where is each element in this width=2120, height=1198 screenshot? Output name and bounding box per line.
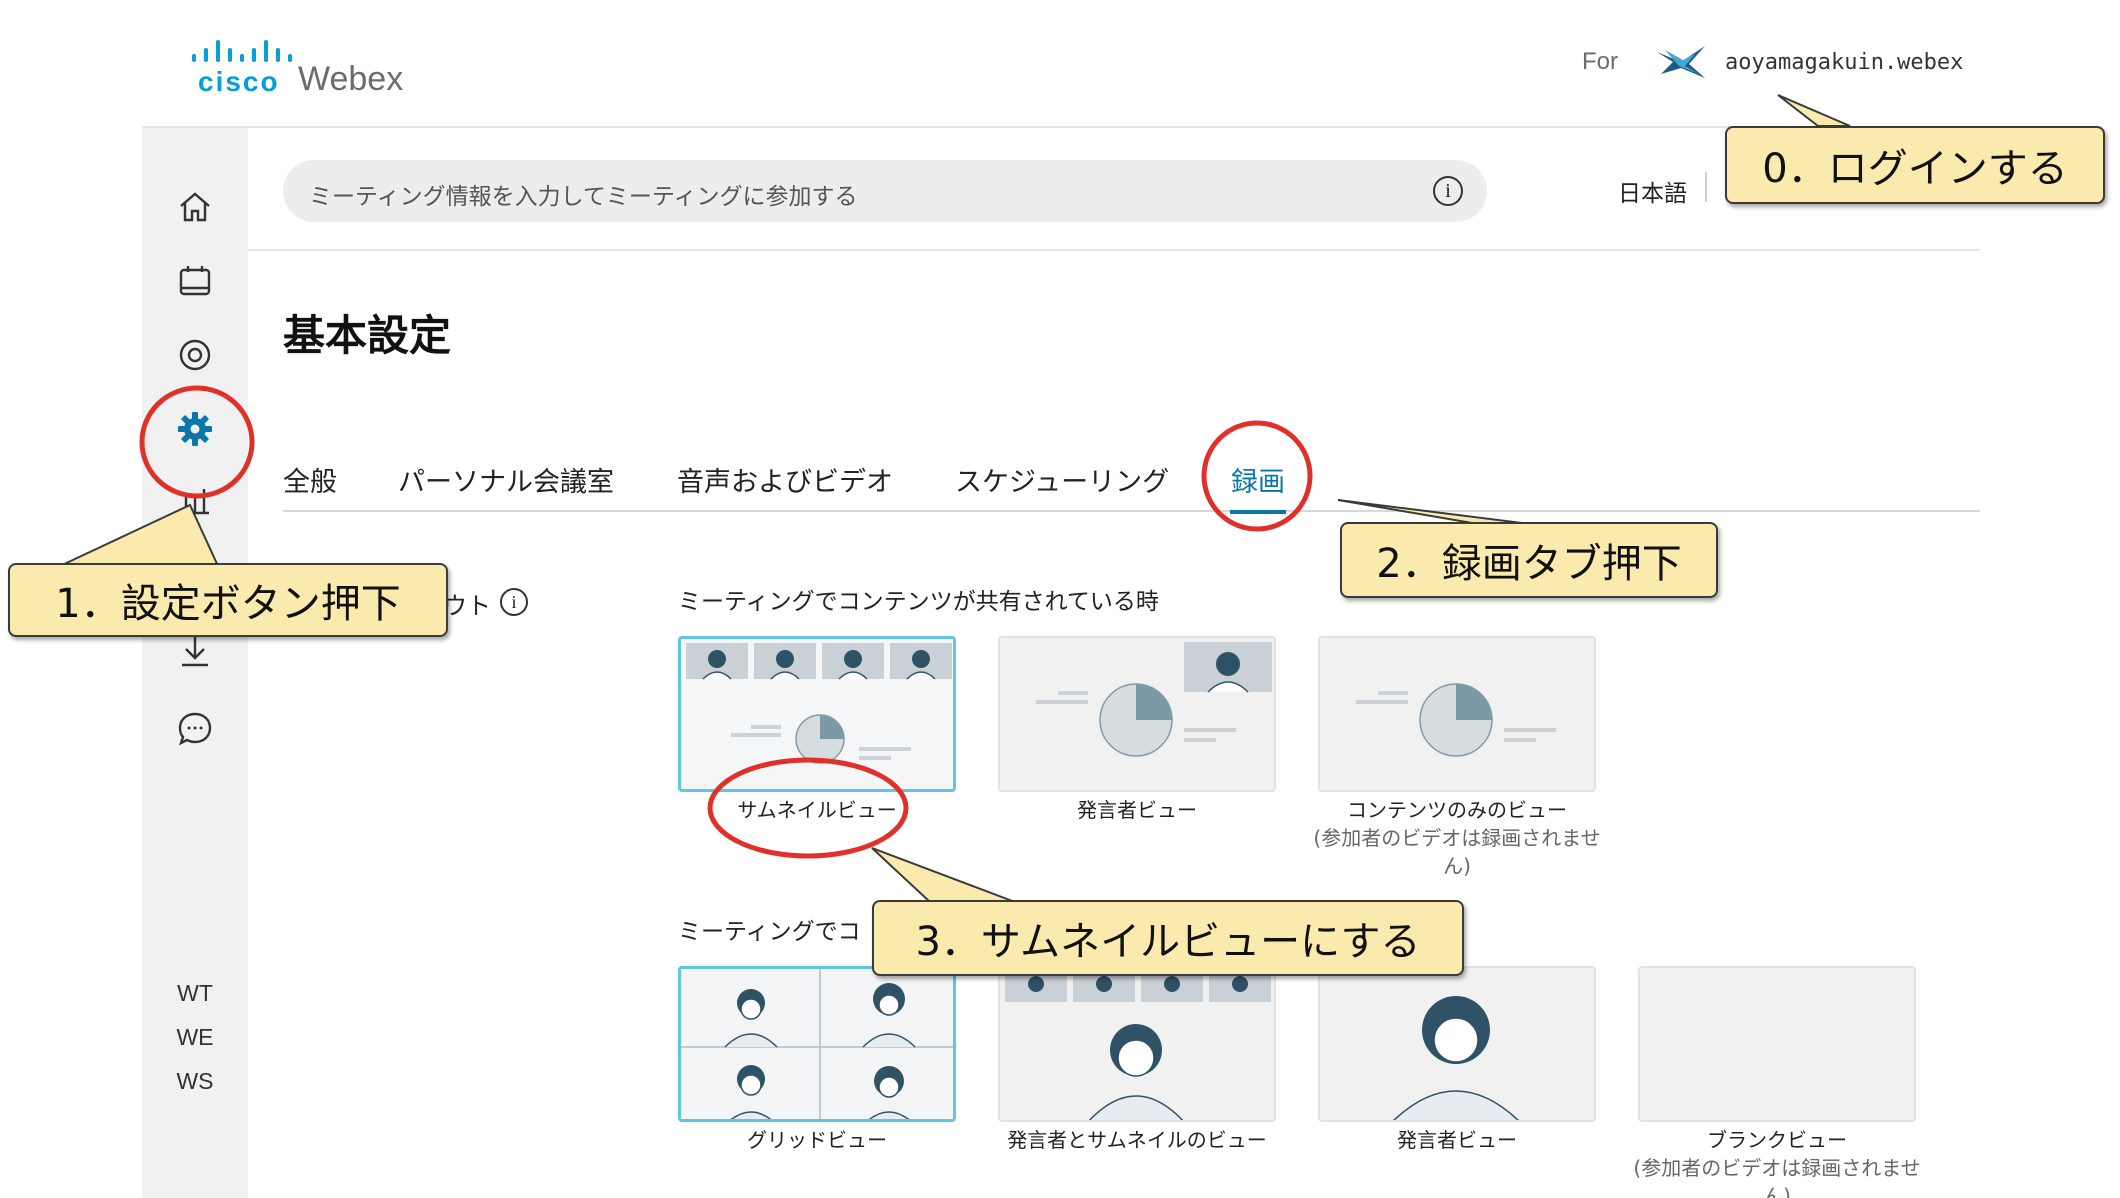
site-switch-we[interactable]: WE: [142, 1024, 248, 1051]
callout-step0-login: 0．ログインする: [1725, 126, 2105, 204]
content-only-label: コンテンツのみのビュー: [1347, 798, 1567, 822]
option-speaker-view-label: 発言者ビュー: [1077, 798, 1197, 822]
content-only-sublabel: (参加者のビデオは録画されません): [1313, 826, 1601, 878]
option-speaker-thumbnail-view[interactable]: [998, 966, 1276, 1122]
grid-view-preview: [681, 969, 953, 1119]
left-nav-rail: WT WE WS: [142, 128, 248, 1198]
cisco-logo-icon: [190, 38, 292, 62]
callout-step3-thumbnail: 3．サムネイルビューにする: [872, 900, 1464, 976]
section-label-sharing: ミーティングでコンテンツが共有されている時: [678, 589, 1159, 615]
speaker-thumbnail-view-preview: [1005, 970, 1271, 1120]
blank-view-label: ブランクビュー: [1707, 1128, 1847, 1152]
site-switch-wt[interactable]: WT: [142, 980, 248, 1007]
option-speaker-only-view[interactable]: [1318, 966, 1596, 1122]
info-icon[interactable]: i: [1433, 176, 1463, 206]
callout-step2-recording-tab: 2．録画タブ押下: [1340, 522, 1718, 598]
insights-icon[interactable]: [172, 478, 218, 524]
page-title: 基本設定: [283, 311, 452, 360]
org-site-name[interactable]: aoyamagakuin.webex: [1725, 50, 1963, 75]
option-grid-view[interactable]: [678, 966, 956, 1122]
section-label-no-sharing: ミーティングでコ: [678, 919, 861, 945]
thumbnail-view-preview: [686, 643, 952, 764]
tab-audio-video[interactable]: 音声およびビデオ: [677, 460, 893, 499]
record-icon[interactable]: [172, 332, 218, 378]
language-selector[interactable]: 日本語: [1618, 174, 1687, 208]
recording-layout-label: ウト: [443, 592, 491, 620]
option-blank-view-label: ブランクビュー (参加者のビデオは録画されません): [1627, 1126, 1927, 1198]
callout3-pointer: [871, 847, 1016, 903]
tab-recording[interactable]: 録画: [1231, 460, 1285, 499]
org-logo-icon: [1657, 46, 1705, 78]
callout2-pointer: [1337, 499, 1531, 525]
option-content-only-view-label: コンテンツのみのビュー (参加者のビデオは録画されません): [1307, 796, 1607, 880]
language-divider: [1705, 172, 1707, 202]
callout-step1-settings: 1．設定ボタン押下: [8, 563, 448, 637]
tab-scheduling[interactable]: スケジューリング: [955, 460, 1169, 499]
settings-icon[interactable]: [172, 406, 218, 452]
home-icon[interactable]: [172, 184, 218, 230]
calendar-icon[interactable]: [172, 258, 218, 304]
option-blank-view[interactable]: [1638, 966, 1916, 1122]
active-tab-indicator: [1230, 510, 1286, 514]
option-speaker-view[interactable]: [998, 636, 1276, 792]
option-thumbnail-view[interactable]: [678, 636, 956, 792]
content-header-divider: [248, 249, 1980, 251]
option-speaker-thumbnail-view-label: 発言者とサムネイルのビュー: [1007, 1128, 1267, 1152]
webex-wordmark: Webex: [298, 60, 404, 98]
search-placeholder: ミーティング情報を入力してミーティングに参加する: [309, 184, 858, 210]
tab-personal-room[interactable]: パーソナル会議室: [398, 460, 614, 499]
cisco-wordmark: cisco: [198, 66, 280, 97]
speaker-only-view-preview: [1393, 996, 1519, 1120]
blank-view-sublabel: (参加者のビデオは録画されません): [1633, 1156, 1921, 1198]
join-meeting-search[interactable]: ミーティング情報を入力してミーティングに参加する i: [283, 160, 1487, 222]
option-thumbnail-view-label: サムネイルビュー: [737, 798, 897, 822]
option-speaker-only-view-label: 発言者ビュー: [1397, 1128, 1517, 1152]
for-label: For: [1582, 48, 1618, 75]
site-switch-ws[interactable]: WS: [142, 1068, 248, 1095]
layout-info-icon[interactable]: i: [500, 588, 528, 616]
speaker-view-preview: [1036, 642, 1272, 757]
option-content-only-view[interactable]: [1318, 636, 1596, 792]
header-divider: [142, 126, 1980, 128]
tab-general[interactable]: 全般: [283, 460, 337, 499]
tabs-divider: [283, 510, 1980, 512]
callout0-pointer: [1777, 94, 1851, 127]
option-grid-view-label: グリッドビュー: [747, 1128, 887, 1152]
chat-icon[interactable]: [172, 706, 218, 752]
content-only-view-preview: [1356, 683, 1556, 757]
cisco-webex-logo[interactable]: cisco Webex: [190, 38, 410, 98]
